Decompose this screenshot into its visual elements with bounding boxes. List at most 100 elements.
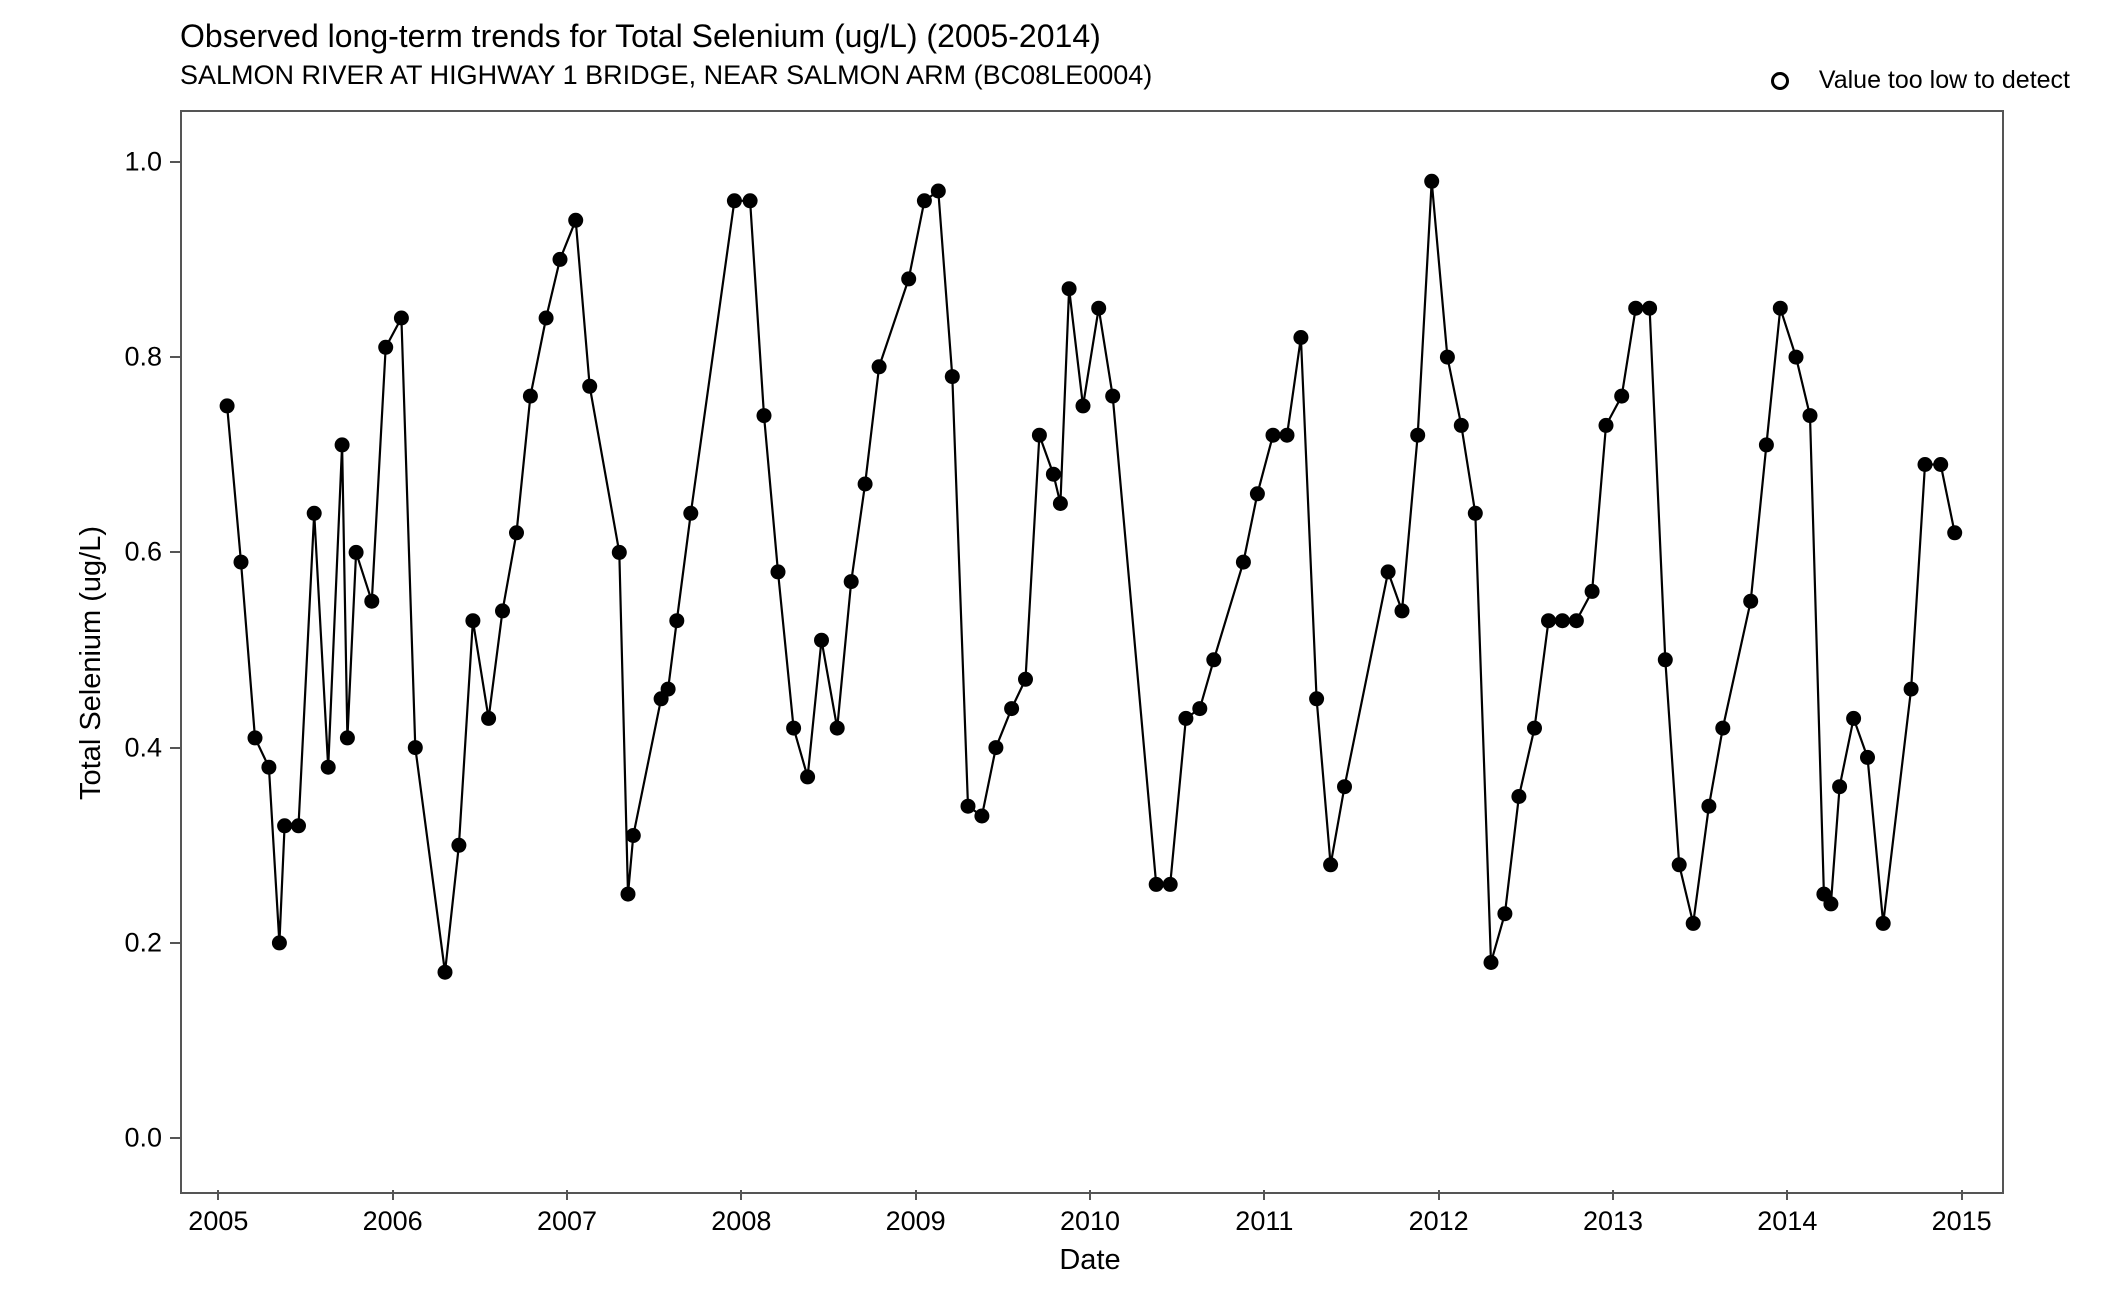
data-point [261, 760, 276, 775]
x-tick [392, 1190, 394, 1200]
data-point [248, 730, 263, 745]
data-point [800, 769, 815, 784]
chart-container: Observed long-term trends for Total Sele… [0, 0, 2112, 1309]
data-point [1715, 721, 1730, 736]
data-point [1628, 301, 1643, 316]
data-point [582, 379, 597, 394]
x-tick [1263, 1190, 1265, 1200]
data-point [1454, 418, 1469, 433]
y-tick-label: 0.6 [102, 537, 162, 568]
x-tick [1961, 1190, 1963, 1200]
data-point [1410, 428, 1425, 443]
x-axis-label: Date [1059, 1244, 1120, 1277]
y-tick [170, 551, 180, 553]
x-tick-label: 2014 [1757, 1206, 1817, 1237]
data-point [1773, 301, 1788, 316]
data-point [786, 721, 801, 736]
data-point [844, 574, 859, 589]
data-point [830, 721, 845, 736]
data-point [1293, 330, 1308, 345]
data-point [1468, 506, 1483, 521]
data-point [661, 682, 676, 697]
data-point [1018, 672, 1033, 687]
data-point [1904, 682, 1919, 697]
data-point [340, 730, 355, 745]
data-point [438, 965, 453, 980]
data-point [1105, 389, 1120, 404]
data-point [1046, 467, 1061, 482]
y-tick-label: 0.4 [102, 732, 162, 763]
data-point [220, 398, 235, 413]
data-point [408, 740, 423, 755]
data-point [1178, 711, 1193, 726]
data-point [539, 311, 554, 326]
data-point [1642, 301, 1657, 316]
data-point [1381, 564, 1396, 579]
plot-svg [0, 0, 2112, 1309]
data-point [1860, 750, 1875, 765]
data-point [1323, 857, 1338, 872]
data-point [1918, 457, 1933, 472]
data-point [1527, 721, 1542, 736]
data-point [612, 545, 627, 560]
data-point [1149, 877, 1164, 892]
data-point [394, 311, 409, 326]
data-point [961, 799, 976, 814]
data-point [1823, 896, 1838, 911]
data-point [1236, 555, 1251, 570]
data-point [465, 613, 480, 628]
data-point [1599, 418, 1614, 433]
data-point [1789, 350, 1804, 365]
x-tick [1438, 1190, 1440, 1200]
data-point [872, 359, 887, 374]
data-point [1832, 779, 1847, 794]
data-point [349, 545, 364, 560]
x-tick-label: 2009 [886, 1206, 946, 1237]
y-tick-label: 0.8 [102, 342, 162, 373]
data-point [1497, 906, 1512, 921]
y-tick [170, 942, 180, 944]
y-tick-label: 0.0 [102, 1123, 162, 1154]
x-tick-label: 2015 [1932, 1206, 1992, 1237]
y-tick [170, 356, 180, 358]
x-tick-label: 2005 [188, 1206, 248, 1237]
data-point [669, 613, 684, 628]
data-point [1511, 789, 1526, 804]
x-tick-label: 2007 [537, 1206, 597, 1237]
data-point [234, 555, 249, 570]
x-tick [566, 1190, 568, 1200]
data-point [307, 506, 322, 521]
data-point [1395, 603, 1410, 618]
data-point [1076, 398, 1091, 413]
data-point [553, 252, 568, 267]
data-point [621, 887, 636, 902]
data-point [814, 633, 829, 648]
data-point [683, 506, 698, 521]
data-point [568, 213, 583, 228]
data-point [1192, 701, 1207, 716]
data-point [1541, 613, 1556, 628]
y-tick [170, 1137, 180, 1139]
x-tick-label: 2013 [1583, 1206, 1643, 1237]
x-tick [1786, 1190, 1788, 1200]
data-point [1933, 457, 1948, 472]
data-point [1266, 428, 1281, 443]
x-tick-label: 2011 [1235, 1206, 1293, 1237]
data-point [1569, 613, 1584, 628]
data-point [378, 340, 393, 355]
data-point [523, 389, 538, 404]
data-point [988, 740, 1003, 755]
data-point [1686, 916, 1701, 931]
data-point [1672, 857, 1687, 872]
y-tick-label: 1.0 [102, 146, 162, 177]
y-tick [170, 161, 180, 163]
data-point [291, 818, 306, 833]
x-tick [217, 1190, 219, 1200]
data-point [481, 711, 496, 726]
data-point [1846, 711, 1861, 726]
data-point [743, 193, 758, 208]
data-point [277, 818, 292, 833]
data-point [771, 564, 786, 579]
series-line [227, 181, 1955, 972]
data-point [901, 271, 916, 286]
